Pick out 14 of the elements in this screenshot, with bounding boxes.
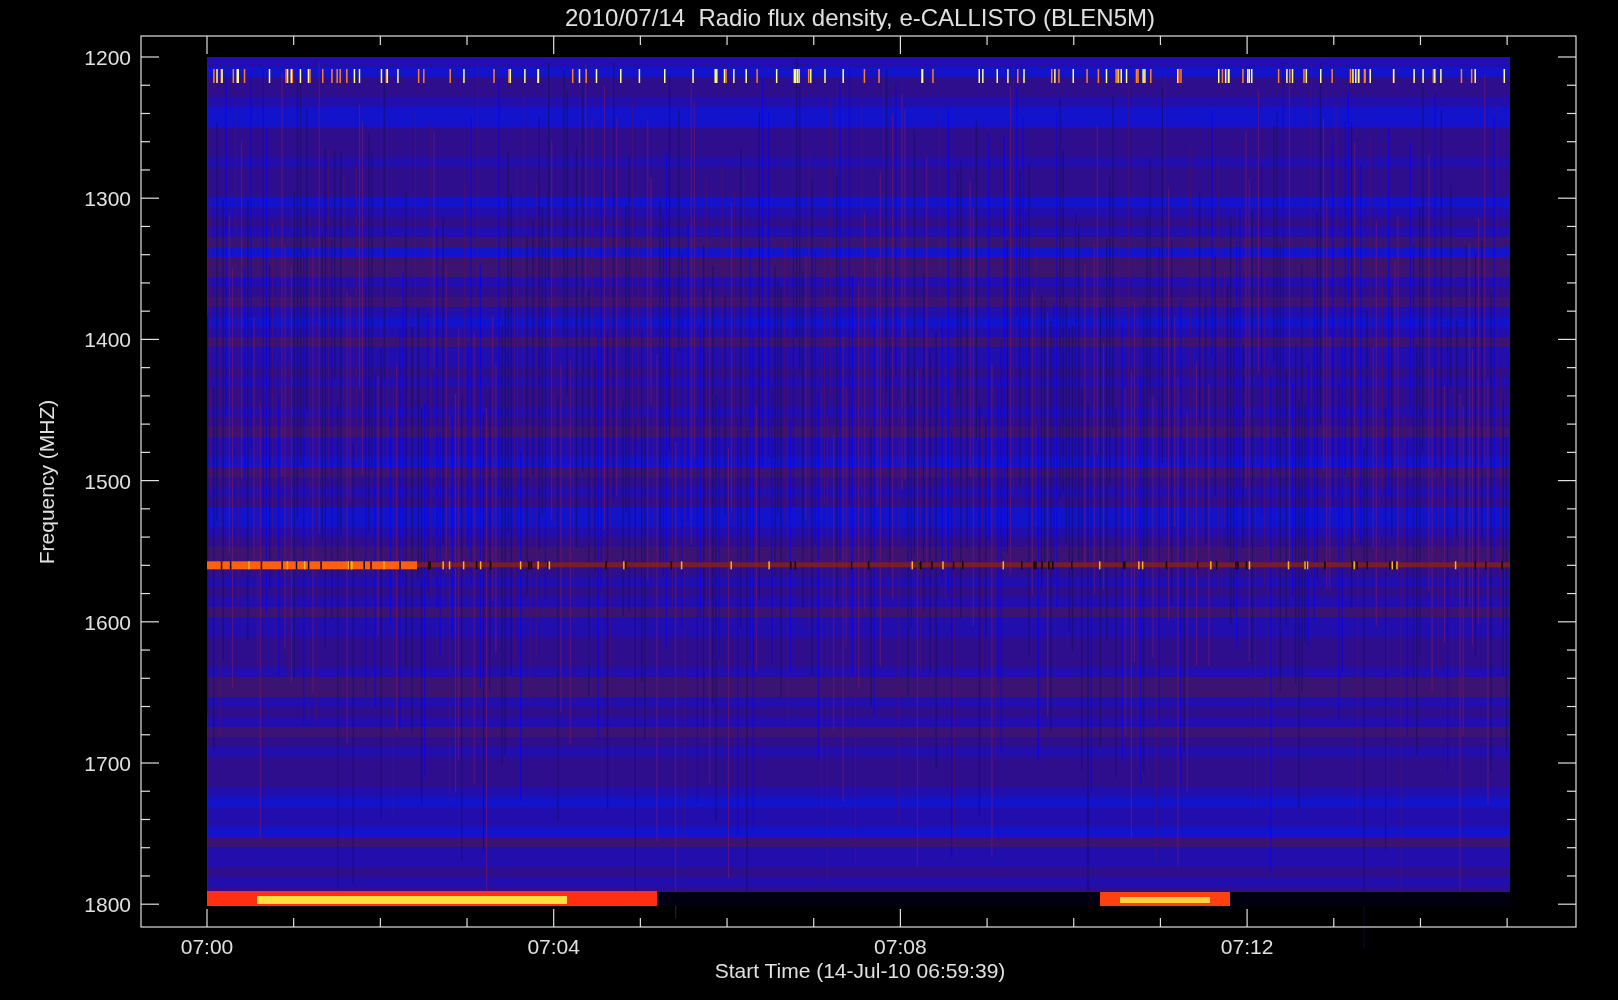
y-tick-label: 1600: [84, 610, 131, 634]
y-tick-label: 1300: [84, 187, 131, 211]
x-tick-label: 07:04: [527, 935, 580, 958]
x-tick-label: 07:12: [1220, 935, 1274, 958]
plot-title: 2010/07/14 Radio flux density, e-CALLISTO (BLEN5M): [564, 4, 1156, 31]
y-tick-label: 1700: [84, 752, 131, 775]
y-axis-label: Frequency (MHZ): [35, 399, 58, 565]
y-tick-label: 1400: [84, 328, 131, 352]
y-tick-label: 1800: [84, 893, 131, 917]
y-tick-label: 1500: [84, 469, 131, 493]
x-tick-label: 07:00: [180, 935, 234, 958]
x-axis-label: Start Time (14-Jul-10 06:59:39): [714, 959, 1006, 982]
x-tick-label: 07:08: [874, 935, 927, 958]
y-tick-label: 1200: [84, 46, 131, 69]
